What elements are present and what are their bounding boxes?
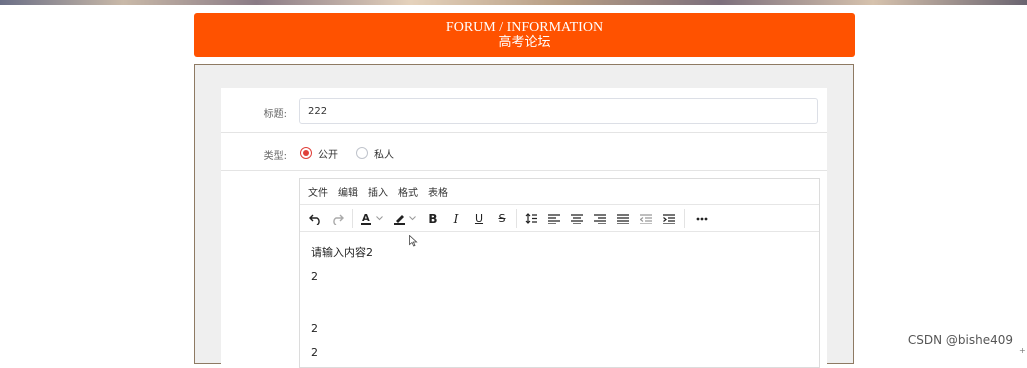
toolbar-divider bbox=[684, 209, 685, 228]
highlight-color-icon[interactable] bbox=[392, 210, 406, 227]
row-divider bbox=[221, 170, 827, 171]
radio-public-label: 公开 bbox=[318, 149, 338, 161]
toolbar-divider bbox=[352, 209, 353, 228]
row-divider bbox=[221, 132, 827, 133]
menu-insert[interactable]: 插入 bbox=[368, 184, 388, 199]
watermark: CSDN @bishe409 bbox=[907, 333, 1013, 347]
editor-toolbar: A B I U S bbox=[300, 206, 819, 232]
undo-icon[interactable] bbox=[307, 210, 323, 227]
bold-icon[interactable]: B bbox=[427, 210, 439, 227]
align-justify-icon[interactable] bbox=[616, 210, 630, 227]
outdent-icon[interactable] bbox=[639, 210, 653, 227]
radio-private[interactable]: 私人 bbox=[356, 146, 394, 161]
rich-text-editor: 文件 编辑 插入 格式 表格 A B I U S 请输入内容2 2 2 2 bbox=[299, 178, 820, 368]
toolbar-divider bbox=[516, 209, 517, 228]
radio-dot-checked bbox=[300, 147, 312, 159]
content-line: 2 bbox=[311, 346, 318, 359]
menu-table[interactable]: 表格 bbox=[428, 184, 448, 199]
header-title-cn: 高考论坛 bbox=[498, 35, 551, 50]
underline-icon[interactable]: U bbox=[473, 210, 485, 227]
header-title-en: FORUM / INFORMATION bbox=[445, 20, 604, 35]
type-label: 类型: bbox=[263, 151, 287, 162]
plus-icon: + bbox=[1019, 346, 1026, 355]
italic-icon[interactable]: I bbox=[450, 210, 462, 227]
align-left-icon[interactable] bbox=[547, 210, 561, 227]
align-center-icon[interactable] bbox=[570, 210, 584, 227]
more-options-icon[interactable] bbox=[694, 210, 710, 227]
indent-icon[interactable] bbox=[662, 210, 676, 227]
content-line: 2 bbox=[311, 270, 318, 283]
chevron-down-icon[interactable] bbox=[408, 210, 417, 227]
title-label: 标题: bbox=[263, 109, 287, 120]
strikethrough-icon[interactable]: S bbox=[496, 210, 508, 227]
editor-menubar: 文件 编辑 插入 格式 表格 bbox=[300, 179, 819, 205]
menu-format[interactable]: 格式 bbox=[398, 184, 418, 199]
forum-header: FORUM / INFORMATION 高考论坛 bbox=[194, 13, 855, 57]
menu-file[interactable]: 文件 bbox=[308, 184, 328, 199]
top-banner-strip bbox=[0, 0, 1027, 5]
radio-public[interactable]: 公开 bbox=[300, 146, 338, 161]
text-color-icon[interactable]: A bbox=[359, 210, 373, 227]
line-height-icon[interactable] bbox=[524, 210, 538, 227]
content-line: 2 bbox=[311, 322, 318, 335]
content-line: 请输入内容2 bbox=[311, 246, 373, 259]
radio-dot-unchecked bbox=[356, 147, 368, 159]
chevron-down-icon[interactable] bbox=[375, 210, 384, 227]
mouse-pointer-icon bbox=[409, 232, 418, 251]
redo-icon[interactable] bbox=[329, 210, 345, 227]
align-right-icon[interactable] bbox=[593, 210, 607, 227]
radio-private-label: 私人 bbox=[374, 149, 394, 161]
menu-edit[interactable]: 编辑 bbox=[338, 184, 358, 199]
svg-text:A: A bbox=[362, 213, 370, 224]
title-input[interactable] bbox=[299, 98, 818, 124]
